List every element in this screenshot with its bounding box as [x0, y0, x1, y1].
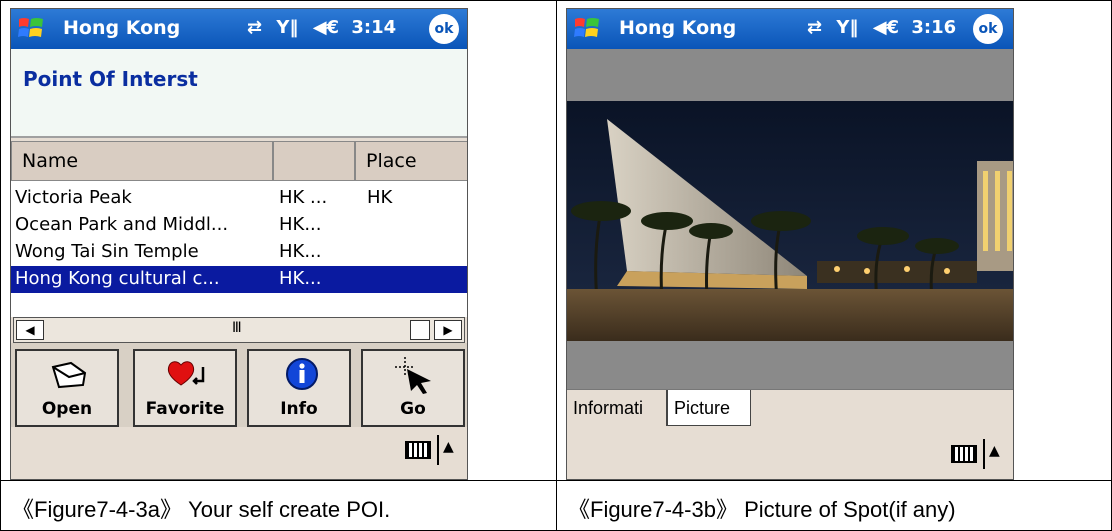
column-header-place[interactable]: Place: [355, 141, 467, 181]
app-title: Hong Kong: [619, 17, 737, 39]
envelope-icon: [51, 361, 87, 389]
figure-caption-right: 《Figure7-4-3b》 Picture of Spot(if any): [568, 497, 956, 522]
cultural-centre-night-photo: [567, 101, 1013, 341]
column-header-label: Place: [366, 150, 417, 172]
right-device-screen: Hong Kong ⇄ Y‖ ◀€ 3:16 ok Informati Pict…: [566, 8, 1014, 480]
input-arrow-icon[interactable]: ▲: [443, 439, 454, 455]
cursor-target-icon: [395, 357, 431, 394]
app-title: Hong Kong: [63, 17, 181, 39]
list-item-selected[interactable]: Hong Kong cultural c... HK...: [11, 266, 467, 293]
item-name: Victoria Peak: [15, 187, 132, 208]
info-icon: [286, 358, 318, 390]
item-name: Hong Kong cultural c...: [15, 268, 220, 289]
keyboard-icon[interactable]: [951, 445, 977, 463]
ok-button[interactable]: ok: [429, 14, 459, 44]
item-region: HK...: [279, 241, 322, 262]
volume-icon[interactable]: ◀€: [313, 17, 339, 38]
favorite-button[interactable]: Favorite: [133, 349, 237, 427]
action-toolbar: Open Favorite Info Go: [11, 343, 467, 431]
scroll-thumb[interactable]: [410, 320, 430, 340]
volume-icon[interactable]: ◀€: [873, 17, 899, 38]
info-button[interactable]: Info: [247, 349, 351, 427]
list-item[interactable]: Victoria Peak HK ... HK: [11, 185, 467, 212]
column-divider: [556, 0, 557, 531]
item-region: HK ...: [279, 187, 328, 208]
clock[interactable]: 3:14: [351, 17, 396, 38]
command-bar: ▲: [11, 427, 467, 479]
connectivity-icon[interactable]: ⇄: [247, 17, 262, 38]
clock[interactable]: 3:16: [911, 17, 956, 38]
tool-label: Favorite: [145, 399, 225, 419]
tab-picture[interactable]: Picture: [667, 390, 751, 426]
title-bar: Hong Kong ⇄ Y‖ ◀€ 3:14 ok: [11, 9, 467, 49]
item-name: Wong Tai Sin Temple: [15, 241, 199, 262]
ok-button[interactable]: ok: [973, 14, 1003, 44]
item-place: HK: [367, 187, 393, 208]
command-bar: ▲: [567, 431, 1013, 479]
page-title: Point Of Interst: [23, 67, 198, 91]
tool-label: Info: [280, 399, 318, 419]
left-device-screen: Hong Kong ⇄ Y‖ ◀€ 3:14 ok Point Of Inter…: [10, 8, 468, 480]
scroll-right-icon[interactable]: ▶: [434, 320, 462, 340]
tab-information[interactable]: Informati: [567, 390, 667, 426]
item-region: HK...: [279, 214, 322, 235]
signal-icon[interactable]: Y‖: [836, 17, 858, 38]
keyboard-icon[interactable]: [405, 441, 431, 459]
scroll-left-icon[interactable]: ◀: [16, 320, 44, 340]
connectivity-icon[interactable]: ⇄: [807, 17, 822, 38]
tool-label: Go: [400, 399, 426, 419]
horizontal-scrollbar[interactable]: ◀ Ⅲ ▶: [13, 317, 465, 343]
heart-icon: [167, 361, 205, 386]
windows-logo-icon[interactable]: [573, 15, 601, 43]
tool-label: Open: [41, 399, 93, 419]
separator: [983, 439, 985, 469]
column-header-label: Name: [22, 150, 79, 172]
status-icons: ⇄ Y‖ ◀€ 3:14: [247, 17, 396, 38]
title-bar: Hong Kong ⇄ Y‖ ◀€ 3:16 ok: [567, 9, 1013, 49]
poi-header: Point Of Interst: [11, 49, 467, 138]
figure-caption-left: 《Figure7-4-3a》 Your self create POI.: [12, 497, 391, 522]
separator: [437, 435, 439, 465]
go-button[interactable]: Go: [361, 349, 465, 427]
windows-logo-icon[interactable]: [17, 15, 45, 43]
open-button[interactable]: Open: [15, 349, 119, 427]
caption-divider: [0, 480, 1112, 481]
figure-frame: Hong Kong ⇄ Y‖ ◀€ 3:14 ok Point Of Inter…: [0, 0, 1112, 531]
poi-list: Victoria Peak HK ... HK Ocean Park and M…: [11, 181, 467, 317]
item-region: HK...: [279, 268, 322, 289]
spot-photo[interactable]: [567, 101, 1013, 341]
scroll-thumb-grip-icon[interactable]: Ⅲ: [232, 320, 242, 336]
list-item[interactable]: Ocean Park and Middl... HK...: [11, 212, 467, 239]
list-item[interactable]: Wong Tai Sin Temple HK...: [11, 239, 467, 266]
column-header-name[interactable]: Name: [11, 141, 273, 181]
signal-icon[interactable]: Y‖: [276, 17, 298, 38]
input-arrow-icon[interactable]: ▲: [989, 443, 1000, 459]
column-header-blank[interactable]: [273, 141, 355, 181]
item-name: Ocean Park and Middl...: [15, 214, 229, 235]
tab-strip: Informati Picture: [567, 389, 1013, 431]
status-icons: ⇄ Y‖ ◀€ 3:16: [807, 17, 956, 38]
